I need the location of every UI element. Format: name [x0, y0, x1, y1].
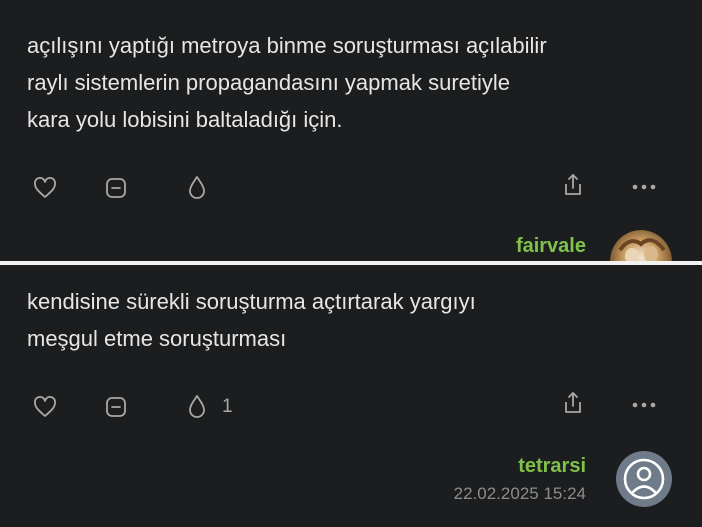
share-up-icon: [561, 172, 585, 198]
more-button[interactable]: [629, 172, 659, 202]
ellipsis-icon: [631, 401, 657, 409]
minus-box-icon: [104, 395, 128, 419]
user-avatar[interactable]: [610, 230, 672, 261]
drop-button[interactable]: [182, 392, 212, 422]
minus-box-icon: [104, 176, 128, 200]
ellipsis-icon: [631, 183, 657, 191]
favorite-button[interactable]: [101, 173, 131, 203]
entry-text: kendisine sürekli soruşturma açtırtarak …: [27, 289, 476, 351]
author-name[interactable]: fairvale: [516, 235, 586, 258]
user-avatar[interactable]: [616, 451, 672, 507]
share-up-icon: [561, 390, 585, 416]
drop-outline-icon: [186, 175, 208, 201]
entry-card-1: açılışını yaptığı metroya binme soruştur…: [0, 0, 702, 261]
heart-outline-icon: [33, 177, 57, 199]
like-button[interactable]: [30, 173, 60, 203]
drop-count: 1: [222, 396, 233, 417]
like-button[interactable]: [30, 392, 60, 422]
author-name[interactable]: tetrarsi: [518, 455, 586, 478]
more-button[interactable]: [629, 390, 659, 420]
share-button[interactable]: [558, 388, 588, 418]
favorite-button[interactable]: [101, 392, 131, 422]
heart-outline-icon: [33, 396, 57, 418]
default-user-avatar-icon: [616, 452, 672, 507]
entry-card-2: kendisine sürekli soruşturma açtırtarak …: [0, 265, 702, 527]
drop-outline-icon: [186, 394, 208, 420]
entry-text: açılışını yaptığı metroya binme soruştur…: [27, 33, 547, 132]
drop-button[interactable]: [182, 173, 212, 203]
entry-timestamp[interactable]: 22.02.2025 15:24: [454, 484, 586, 504]
share-button[interactable]: [558, 170, 588, 200]
